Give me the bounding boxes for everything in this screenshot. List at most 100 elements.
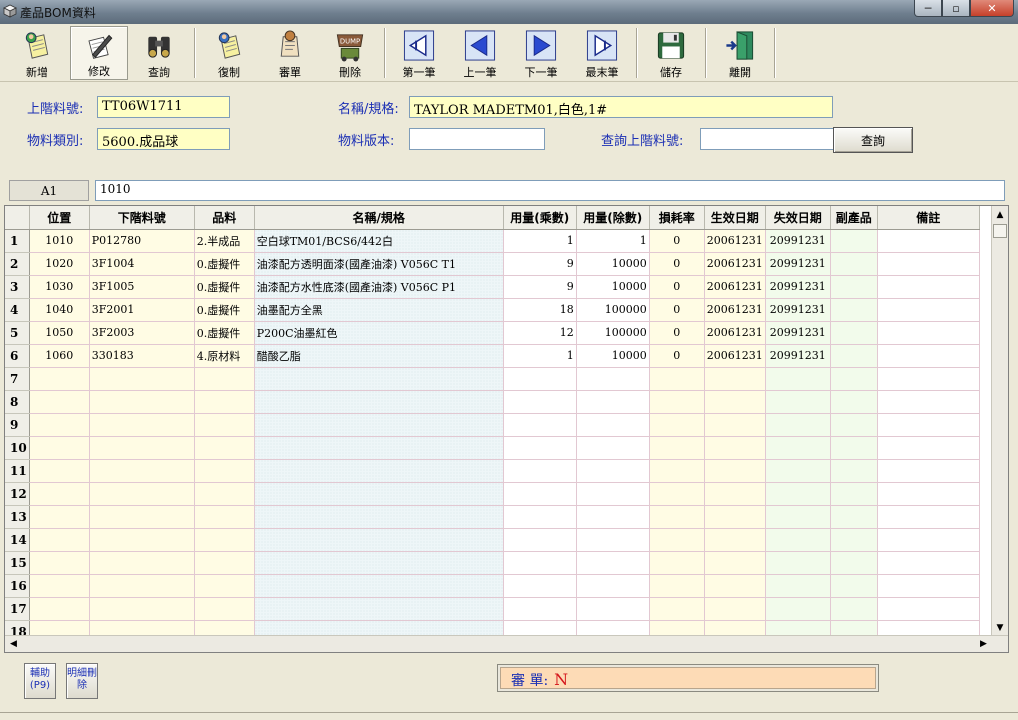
loss-rate-cell[interactable] bbox=[649, 390, 705, 414]
qty-divisor-cell[interactable] bbox=[576, 367, 650, 391]
cell-value-field[interactable]: 1010 bbox=[95, 180, 1005, 201]
column-header[interactable]: 品料 bbox=[194, 206, 255, 230]
qty-multiplier-cell[interactable] bbox=[503, 367, 577, 391]
item-type-cell[interactable] bbox=[194, 528, 255, 552]
expiry-date-cell[interactable] bbox=[765, 367, 831, 391]
qty-multiplier-cell[interactable] bbox=[503, 436, 577, 460]
item-type-cell[interactable] bbox=[194, 482, 255, 506]
loss-rate-cell[interactable] bbox=[649, 436, 705, 460]
material-version-field[interactable] bbox=[409, 128, 545, 150]
horizontal-scrollbar[interactable]: ◀ ▶ bbox=[5, 635, 1008, 652]
toolbar-query-button[interactable]: 查詢 bbox=[130, 26, 188, 80]
name-spec-cell[interactable]: 油墨配方全黑 bbox=[254, 298, 504, 322]
effective-date-cell[interactable] bbox=[704, 551, 766, 575]
toolbar-save-button[interactable]: 儲存 bbox=[642, 26, 700, 80]
expiry-date-cell[interactable] bbox=[765, 597, 831, 621]
toolbar-approve-button[interactable]: 審單 bbox=[261, 26, 319, 80]
expiry-date-cell[interactable]: 20991231 bbox=[765, 252, 831, 276]
expiry-date-cell[interactable] bbox=[765, 505, 831, 529]
sub-part-cell[interactable] bbox=[89, 574, 195, 598]
item-type-cell[interactable] bbox=[194, 505, 255, 529]
sub-part-cell[interactable] bbox=[89, 459, 195, 483]
row-number[interactable]: 7 bbox=[5, 367, 30, 391]
position-cell[interactable] bbox=[29, 574, 90, 598]
sub-part-cell[interactable]: 3F2003 bbox=[89, 321, 195, 345]
delete-detail-button[interactable]: 明細刪除 bbox=[66, 663, 98, 699]
expiry-date-cell[interactable]: 20991231 bbox=[765, 344, 831, 368]
position-cell[interactable]: 1040 bbox=[29, 298, 90, 322]
column-header[interactable]: 副產品 bbox=[830, 206, 878, 230]
by-product-cell[interactable] bbox=[830, 298, 878, 322]
item-type-cell[interactable]: 0.虛擬件 bbox=[194, 321, 255, 345]
qty-multiplier-cell[interactable]: 1 bbox=[503, 229, 577, 253]
sub-part-cell[interactable]: 330183 bbox=[89, 344, 195, 368]
by-product-cell[interactable] bbox=[830, 551, 878, 575]
expiry-date-cell[interactable] bbox=[765, 390, 831, 414]
sub-part-cell[interactable]: P012780 bbox=[89, 229, 195, 253]
position-cell[interactable] bbox=[29, 390, 90, 414]
qty-multiplier-cell[interactable] bbox=[503, 459, 577, 483]
column-header[interactable]: 失效日期 bbox=[765, 206, 831, 230]
loss-rate-cell[interactable] bbox=[649, 459, 705, 483]
name-spec-cell[interactable] bbox=[254, 367, 504, 391]
effective-date-cell[interactable] bbox=[704, 367, 766, 391]
sub-part-cell[interactable]: 3F1005 bbox=[89, 275, 195, 299]
qty-multiplier-cell[interactable]: 9 bbox=[503, 252, 577, 276]
effective-date-cell[interactable] bbox=[704, 413, 766, 437]
expiry-date-cell[interactable]: 20991231 bbox=[765, 275, 831, 299]
close-button[interactable]: ✕ bbox=[970, 0, 1014, 17]
qty-multiplier-cell[interactable]: 1 bbox=[503, 344, 577, 368]
position-cell[interactable] bbox=[29, 367, 90, 391]
position-cell[interactable]: 1050 bbox=[29, 321, 90, 345]
expiry-date-cell[interactable] bbox=[765, 528, 831, 552]
effective-date-cell[interactable] bbox=[704, 528, 766, 552]
sub-part-cell[interactable] bbox=[89, 436, 195, 460]
effective-date-cell[interactable] bbox=[704, 574, 766, 598]
loss-rate-cell[interactable] bbox=[649, 413, 705, 437]
name-spec-cell[interactable] bbox=[254, 413, 504, 437]
row-number[interactable]: 10 bbox=[5, 436, 30, 460]
item-type-cell[interactable] bbox=[194, 367, 255, 391]
by-product-cell[interactable] bbox=[830, 505, 878, 529]
material-type-field[interactable]: 5600.成品球 bbox=[97, 128, 230, 150]
column-header[interactable]: 生效日期 bbox=[704, 206, 766, 230]
column-header[interactable]: 用量(乘數) bbox=[503, 206, 577, 230]
position-cell[interactable]: 1010 bbox=[29, 229, 90, 253]
sub-part-cell[interactable] bbox=[89, 551, 195, 575]
column-header[interactable]: 用量(除數) bbox=[576, 206, 650, 230]
item-type-cell[interactable]: 0.虛擬件 bbox=[194, 298, 255, 322]
name-spec-cell[interactable] bbox=[254, 574, 504, 598]
sub-part-cell[interactable]: 3F2001 bbox=[89, 298, 195, 322]
item-type-cell[interactable] bbox=[194, 551, 255, 575]
qty-divisor-cell[interactable] bbox=[576, 528, 650, 552]
column-header[interactable]: 損耗率 bbox=[649, 206, 705, 230]
row-number[interactable]: 14 bbox=[5, 528, 30, 552]
sub-part-cell[interactable] bbox=[89, 528, 195, 552]
by-product-cell[interactable] bbox=[830, 413, 878, 437]
loss-rate-cell[interactable]: 0 bbox=[649, 298, 705, 322]
toolbar-first-button[interactable]: 第一筆 bbox=[390, 26, 448, 80]
qty-divisor-cell[interactable]: 10000 bbox=[576, 252, 650, 276]
toolbar-previous-button[interactable]: 上一筆 bbox=[451, 26, 509, 80]
name-spec-cell[interactable] bbox=[254, 436, 504, 460]
effective-date-cell[interactable]: 20061231 bbox=[704, 252, 766, 276]
item-type-cell[interactable] bbox=[194, 436, 255, 460]
item-type-cell[interactable] bbox=[194, 597, 255, 621]
qty-divisor-cell[interactable]: 10000 bbox=[576, 275, 650, 299]
toolbar-edit-button[interactable]: 修改 bbox=[70, 26, 128, 80]
effective-date-cell[interactable] bbox=[704, 459, 766, 483]
qty-divisor-cell[interactable] bbox=[576, 574, 650, 598]
remark-cell[interactable] bbox=[877, 551, 980, 575]
item-type-cell[interactable]: 4.原材料 bbox=[194, 344, 255, 368]
effective-date-cell[interactable] bbox=[704, 436, 766, 460]
qty-divisor-cell[interactable] bbox=[576, 413, 650, 437]
scroll-right-icon[interactable]: ▶ bbox=[975, 636, 992, 652]
sub-part-cell[interactable] bbox=[89, 367, 195, 391]
vertical-scrollbar[interactable]: ▲ ▼ bbox=[991, 206, 1008, 636]
by-product-cell[interactable] bbox=[830, 229, 878, 253]
position-cell[interactable] bbox=[29, 482, 90, 506]
by-product-cell[interactable] bbox=[830, 528, 878, 552]
position-cell[interactable]: 1020 bbox=[29, 252, 90, 276]
sub-part-cell[interactable]: 3F1004 bbox=[89, 252, 195, 276]
expiry-date-cell[interactable] bbox=[765, 482, 831, 506]
